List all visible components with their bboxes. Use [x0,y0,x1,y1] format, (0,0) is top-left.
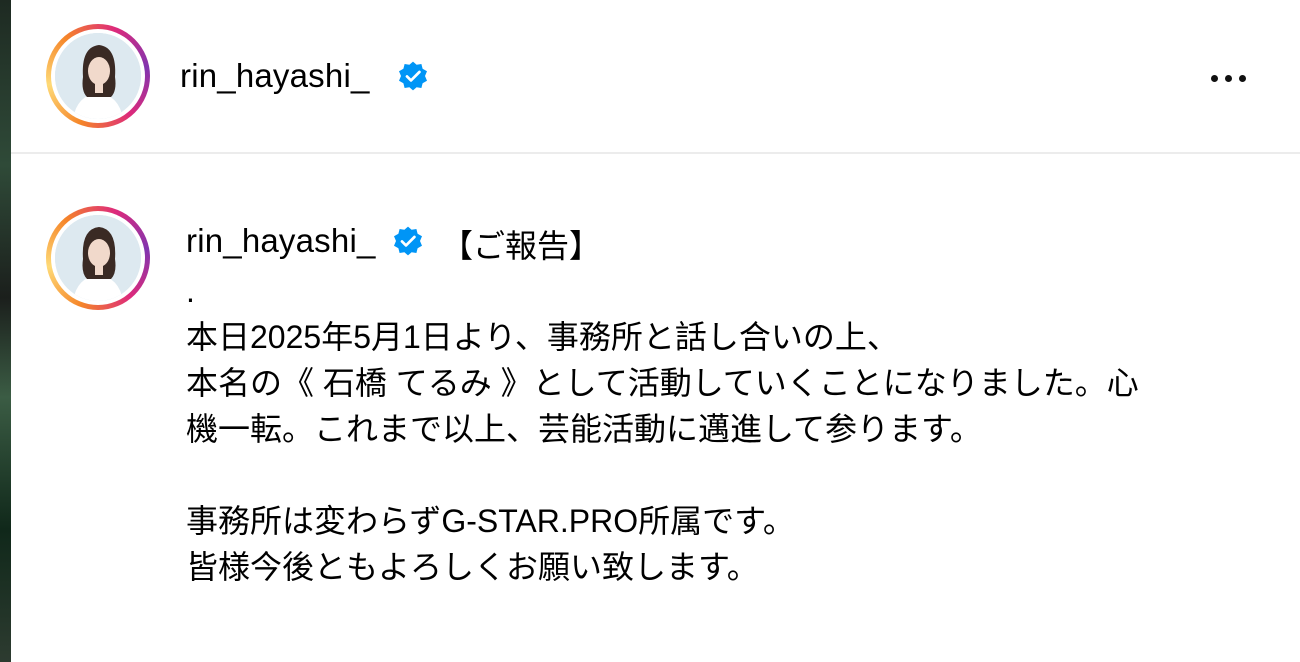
avatar-photo [55,215,141,301]
caption-avatar[interactable] [46,206,150,310]
verified-badge-icon [394,226,422,256]
caption-text: . 本日2025年5月1日より、事務所と話し合いの上、 本名の《 石橋 てるみ … [186,274,1286,590]
caption-line: 機一転。これまで以上、芸能活動に邁進して参ります。 [186,411,982,447]
avatar-photo [55,33,141,119]
caption-username[interactable]: rin_hayashi_ [186,222,376,260]
instagram-post-view: rin_hayashi_ rin_hayashi_ 【ご報告】 . 本日2025… [0,0,1300,662]
caption-line: 本日2025年5月1日より、事務所と話し合いの上、 [186,319,899,355]
background-strip [0,0,11,662]
caption-line: . [186,273,195,309]
caption-line: 皆様今後ともよろしくお願い致します。 [186,549,759,585]
profile-avatar[interactable] [46,24,150,128]
post-caption: rin_hayashi_ 【ご報告】 . 本日2025年5月1日より、事務所と話… [11,154,1300,662]
verified-badge-icon [399,61,427,91]
post-header: rin_hayashi_ [11,0,1300,154]
caption-line: 事務所は変わらずG-STAR.PRO所属です。 [186,503,795,539]
more-options-button[interactable] [1198,60,1258,96]
more-horizontal-icon [1210,74,1218,82]
header-username[interactable]: rin_hayashi_ [180,57,370,95]
caption-line: 本名の《 石橋 てるみ 》として活動していくことになりました。心 [186,365,1139,401]
caption-title: 【ご報告】 [441,228,602,264]
